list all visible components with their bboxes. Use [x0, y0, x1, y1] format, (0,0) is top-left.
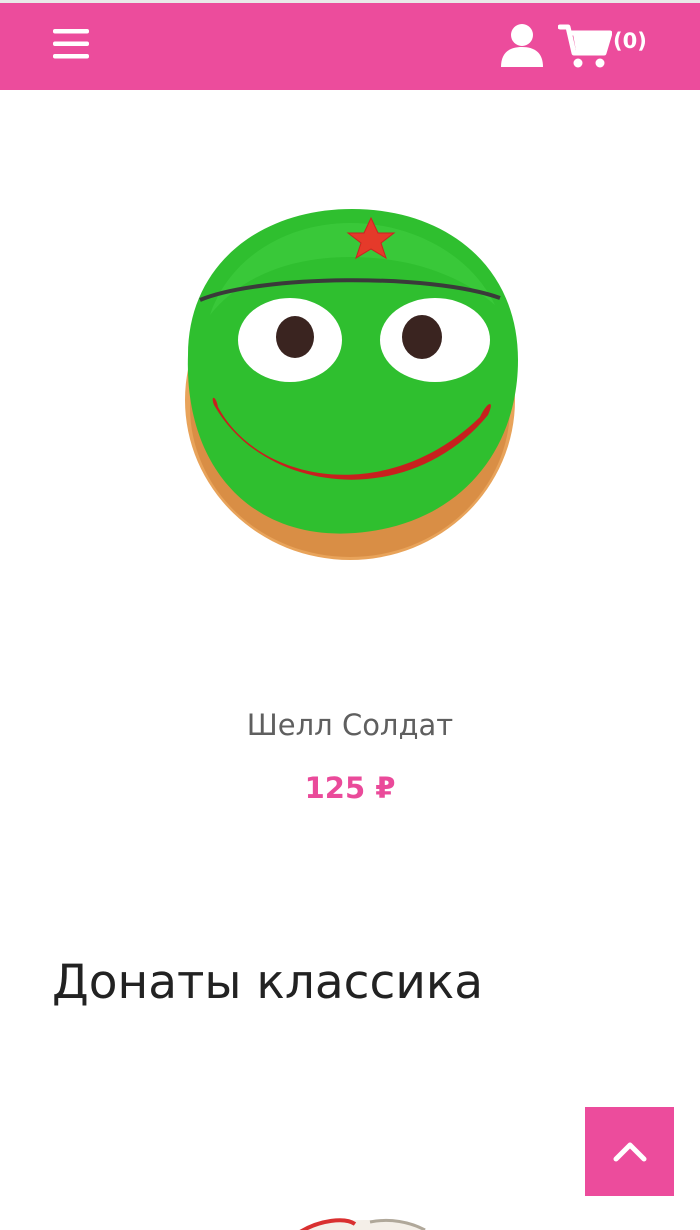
user-icon[interactable]	[499, 21, 545, 69]
cart-button[interactable]: (0)	[558, 23, 647, 69]
scroll-to-top-button[interactable]	[585, 1107, 674, 1196]
top-header: (0)	[0, 0, 700, 90]
hamburger-menu-icon[interactable]	[53, 26, 91, 62]
product-image[interactable]	[170, 195, 530, 575]
chevron-up-icon	[613, 1142, 646, 1161]
product-price: 125 ₽	[304, 771, 396, 805]
cart-icon	[558, 24, 612, 68]
section-title: Донаты классика	[52, 955, 484, 1010]
product-name[interactable]: Шелл Солдат	[0, 708, 700, 743]
cart-count: (0)	[613, 29, 647, 53]
next-product-image	[290, 1212, 440, 1230]
